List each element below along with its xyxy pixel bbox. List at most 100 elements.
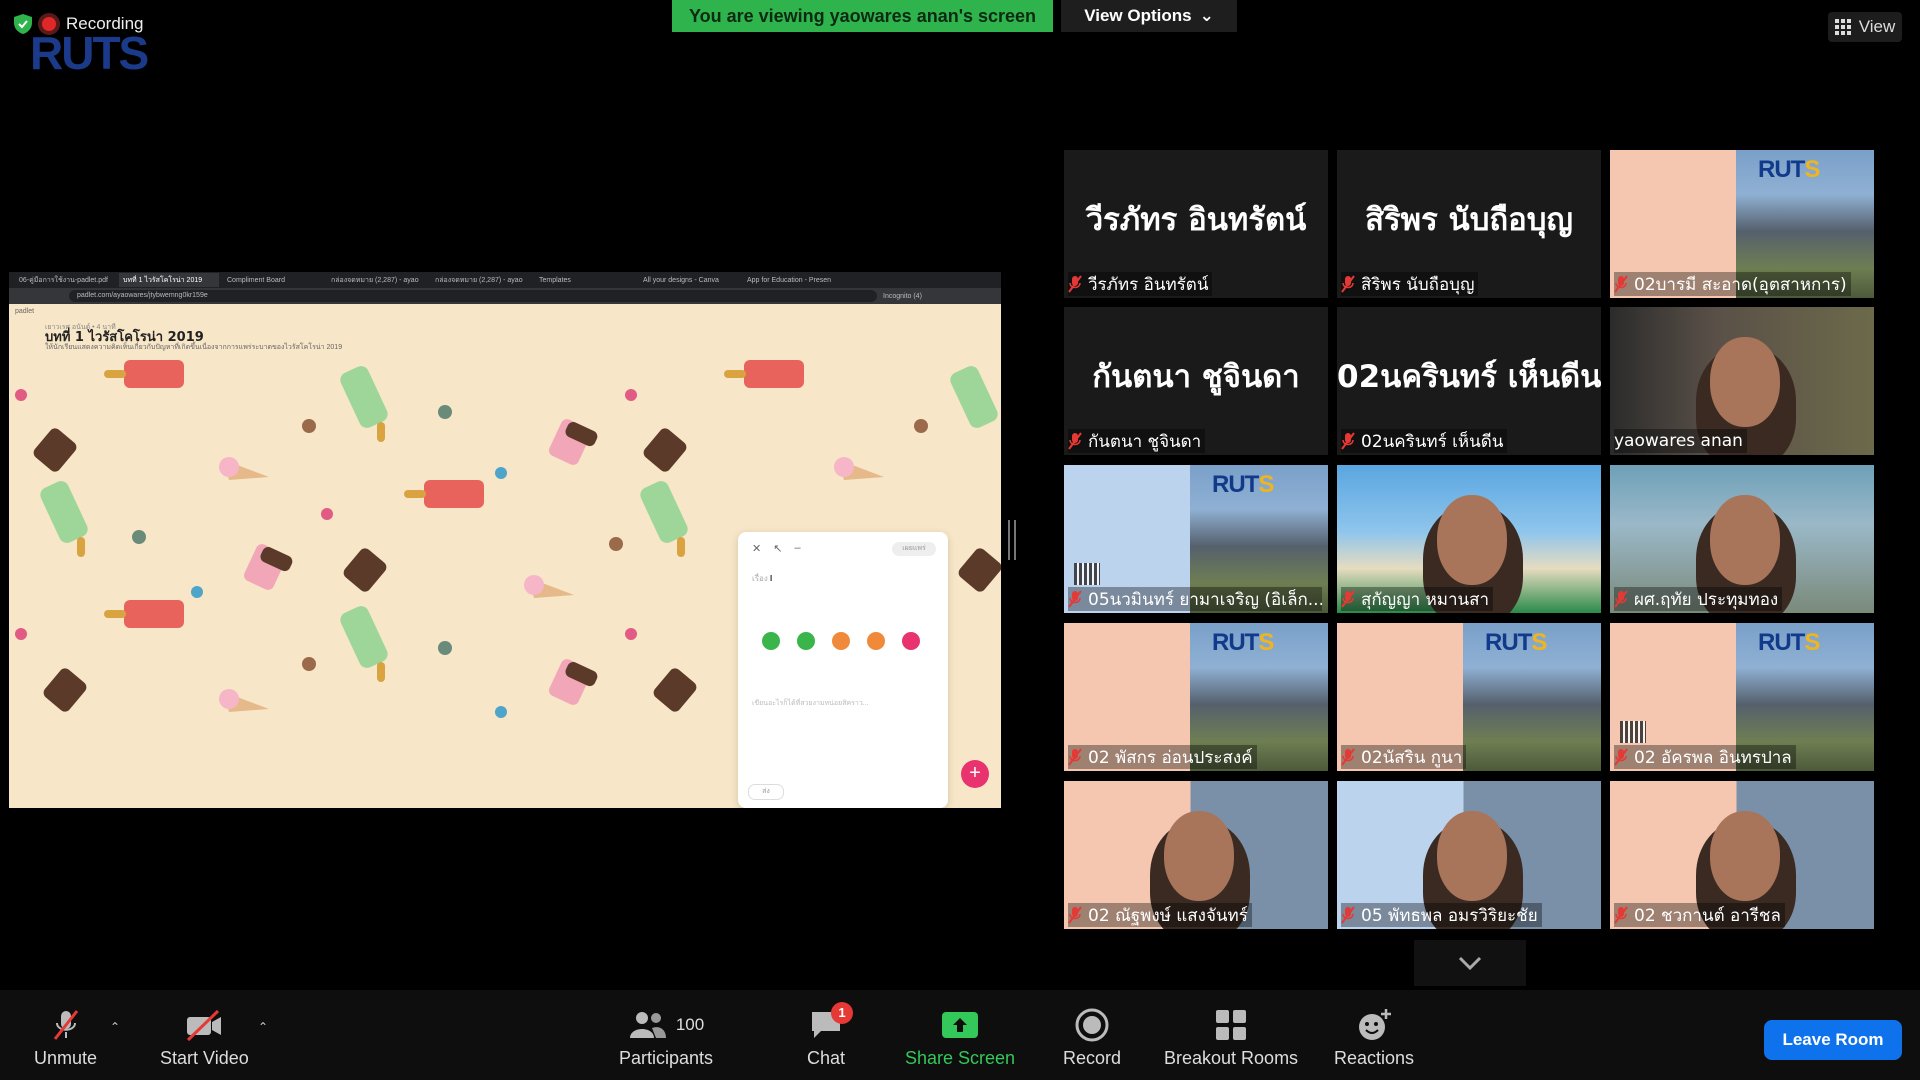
participant-name-display: กันตนา ชูจินดา — [1092, 359, 1300, 395]
participant-tile[interactable]: yaowares anan — [1610, 307, 1874, 455]
green-popsicle-icon — [340, 366, 388, 442]
add-post-button[interactable]: + — [961, 760, 989, 788]
recording-dot-icon — [42, 17, 56, 31]
choc-bar-icon — [43, 668, 87, 712]
green-popsicle-icon — [640, 481, 688, 557]
expand-icon[interactable]: ↖ — [773, 542, 782, 555]
minimize-icon[interactable]: – — [794, 542, 800, 555]
meeting-toolbar: Unmute ⌃ Start Video ⌃ 100 Participants … — [0, 990, 1920, 1080]
browser-tab[interactable]: 06-คู่มือการใช้งาน-padlet.pdf — [15, 273, 115, 287]
video-off-icon — [187, 1009, 222, 1042]
participant-name-label: ผศ.ฤทัย ประทุมทอง — [1614, 587, 1783, 611]
resize-handle[interactable] — [1008, 520, 1016, 560]
breakout-rooms-button[interactable]: Breakout Rooms — [1164, 1008, 1298, 1069]
browser-tab[interactable]: Compliment Board — [223, 273, 323, 287]
pink-popsicle-icon — [244, 544, 293, 590]
browser-tab[interactable]: กล่องจดหมาย (2,287) - ayao — [327, 273, 427, 287]
choc-bar-icon — [343, 548, 387, 592]
close-icon[interactable]: ✕ — [752, 542, 761, 555]
participant-tile[interactable]: สิริพร นับถือบุญ สิริพร นับถือบุญ — [1337, 150, 1601, 298]
reactions-button[interactable]: Reactions — [1334, 1008, 1414, 1069]
ice-cream-cone-icon — [219, 457, 269, 480]
subject-field[interactable]: เรื่อง I — [752, 572, 772, 585]
camera-icon[interactable] — [797, 632, 815, 650]
participant-name-label: 05 พัทธพล อมรวิริยะชัย — [1341, 903, 1542, 927]
view-button[interactable]: View — [1828, 12, 1902, 42]
participant-tile[interactable]: 02 ชวกานต์ อารีชล — [1610, 781, 1874, 929]
pink-popsicle-icon — [549, 419, 598, 465]
browser-tab-active[interactable]: บทที่ 1 ไวรัสโคโรน่า 2019 — [119, 273, 219, 287]
muted-mic-icon — [1614, 748, 1628, 766]
view-options-button[interactable]: View Options ⌄ — [1061, 0, 1237, 32]
shared-screen[interactable]: 06-คู่มือการใช้งาน-padlet.pdf บทที่ 1 ไว… — [9, 272, 1001, 808]
new-post-card[interactable]: ✕ ↖ – เผยแพร่ เรื่อง I เขียนอะไรก็ได้ที่… — [738, 532, 948, 808]
start-video-button[interactable]: Start Video — [160, 1008, 249, 1069]
participant-name: กันตนา ชูจินดา — [1088, 431, 1202, 452]
participant-tile[interactable]: วีรภัทร อินทรัตน์ วีรภัทร อินทรัตน์ — [1064, 150, 1328, 298]
participant-tile[interactable]: RUTS 02นัสริน กูนา — [1337, 623, 1601, 771]
upload-icon[interactable] — [762, 632, 780, 650]
participant-tile[interactable]: 02นครินทร์ เห็นดีน 02นครินทร์ เห็นดีน — [1337, 307, 1601, 455]
participant-tile[interactable]: RUTS 02บารมี สะอาด(อุตสาหการ) — [1610, 150, 1874, 298]
browser-tabs: 06-คู่มือการใช้งาน-padlet.pdf บทที่ 1 ไว… — [9, 272, 1001, 288]
gallery-next-page-button[interactable] — [1414, 940, 1526, 986]
participant-name: 02นครินทร์ เห็นดีน — [1361, 431, 1504, 452]
leave-room-button[interactable]: Leave Room — [1764, 1020, 1902, 1060]
muted-mic-icon — [1614, 275, 1628, 293]
profile-label[interactable]: Incognito (4) — [883, 293, 922, 300]
recording-label: Recording — [66, 14, 144, 33]
link-icon[interactable] — [832, 632, 850, 650]
browser-tab[interactable]: Templates — [535, 273, 635, 287]
video-options-caret-icon[interactable]: ⌃ — [258, 1020, 268, 1034]
person-face — [1710, 495, 1780, 585]
shield-icon — [14, 14, 32, 34]
browser-tab[interactable]: All your designs - Canva — [639, 273, 739, 287]
choc-bar-icon — [33, 428, 77, 472]
participant-name-label: กันตนา ชูจินดา — [1068, 429, 1206, 453]
participant-name-label: yaowares anan — [1614, 429, 1747, 453]
grid-icon — [1834, 19, 1851, 35]
participant-name-label: สุกัญญา หมานสา — [1341, 587, 1494, 611]
participant-name: 02 ชวกานต์ อารีชล — [1634, 905, 1781, 926]
browser-tab[interactable]: App for Education - Presen — [743, 273, 843, 287]
browser-tab[interactable]: กล่องจดหมาย (2,287) - ayao — [431, 273, 531, 287]
body-placeholder[interactable]: เขียนอะไรก็ได้ที่สวยงามหน่อยสิคราว... — [752, 698, 869, 709]
post-button[interactable]: ส่ง — [748, 784, 784, 800]
muted-mic-icon — [1068, 275, 1082, 293]
person-face — [1437, 495, 1507, 585]
search-image-icon[interactable] — [867, 632, 885, 650]
participants-button[interactable]: 100 Participants — [619, 1008, 713, 1069]
more-icon[interactable] — [902, 632, 920, 650]
view-options-label: View Options — [1084, 6, 1192, 25]
participant-tile[interactable]: RUTS 05นวมินทร์ ยามาเจริญ (อิเล็ก... — [1064, 465, 1328, 613]
participant-name: สิริพร นับถือบุญ — [1361, 274, 1475, 295]
breakout-rooms-label: Breakout Rooms — [1164, 1048, 1299, 1068]
unmute-button[interactable]: Unmute — [34, 1008, 97, 1069]
participant-tile[interactable]: RUTS 02 พัสกร อ่อนประสงค์ — [1064, 623, 1328, 771]
participant-tile[interactable]: ผศ.ฤทัย ประทุมทอง — [1610, 465, 1874, 613]
participant-tile[interactable]: กันตนา ชูจินดา กันตนา ชูจินดา — [1064, 307, 1328, 455]
choc-bar-icon — [643, 428, 687, 472]
ice-cream-cone-icon — [834, 457, 884, 480]
share-screen-button[interactable]: Share Screen — [905, 1008, 1015, 1069]
participant-name: 05นวมินทร์ ยามาเจริญ (อิเล็ก... — [1088, 589, 1322, 610]
green-popsicle-icon — [340, 606, 388, 682]
audio-options-caret-icon[interactable]: ⌃ — [110, 1020, 120, 1034]
muted-mic-icon — [1341, 275, 1355, 293]
chat-button[interactable]: 1 Chat — [807, 1002, 854, 1069]
recording-indicator[interactable]: Recording — [14, 14, 144, 34]
participant-tile[interactable]: RUTS 02 อัครพล อินทรปาล — [1610, 623, 1874, 771]
participant-name-label: 02 ชวกานต์ อารีชล — [1614, 903, 1785, 927]
viewing-banner: You are viewing yaowares anan's screen — [672, 0, 1053, 32]
record-icon — [1075, 1008, 1109, 1042]
sprinkle-icon — [15, 389, 637, 640]
publish-button[interactable]: เผยแพร่ — [892, 542, 936, 556]
participants-icon — [629, 1012, 666, 1038]
participant-name: 02 พัสกร อ่อนประสงค์ — [1088, 747, 1253, 768]
participant-tile[interactable]: สุกัญญา หมานสา — [1337, 465, 1601, 613]
muted-mic-icon — [1341, 432, 1355, 450]
participant-tile[interactable]: 05 พัทธพล อมรวิริยะชัย — [1337, 781, 1601, 929]
url-field[interactable]: padlet.com/ayaowares/jtybwemng0kr159e — [69, 290, 877, 302]
participant-tile[interactable]: 02 ณัฐพงษ์ แสงจันทร์ — [1064, 781, 1328, 929]
record-button[interactable]: Record — [1063, 1008, 1121, 1069]
